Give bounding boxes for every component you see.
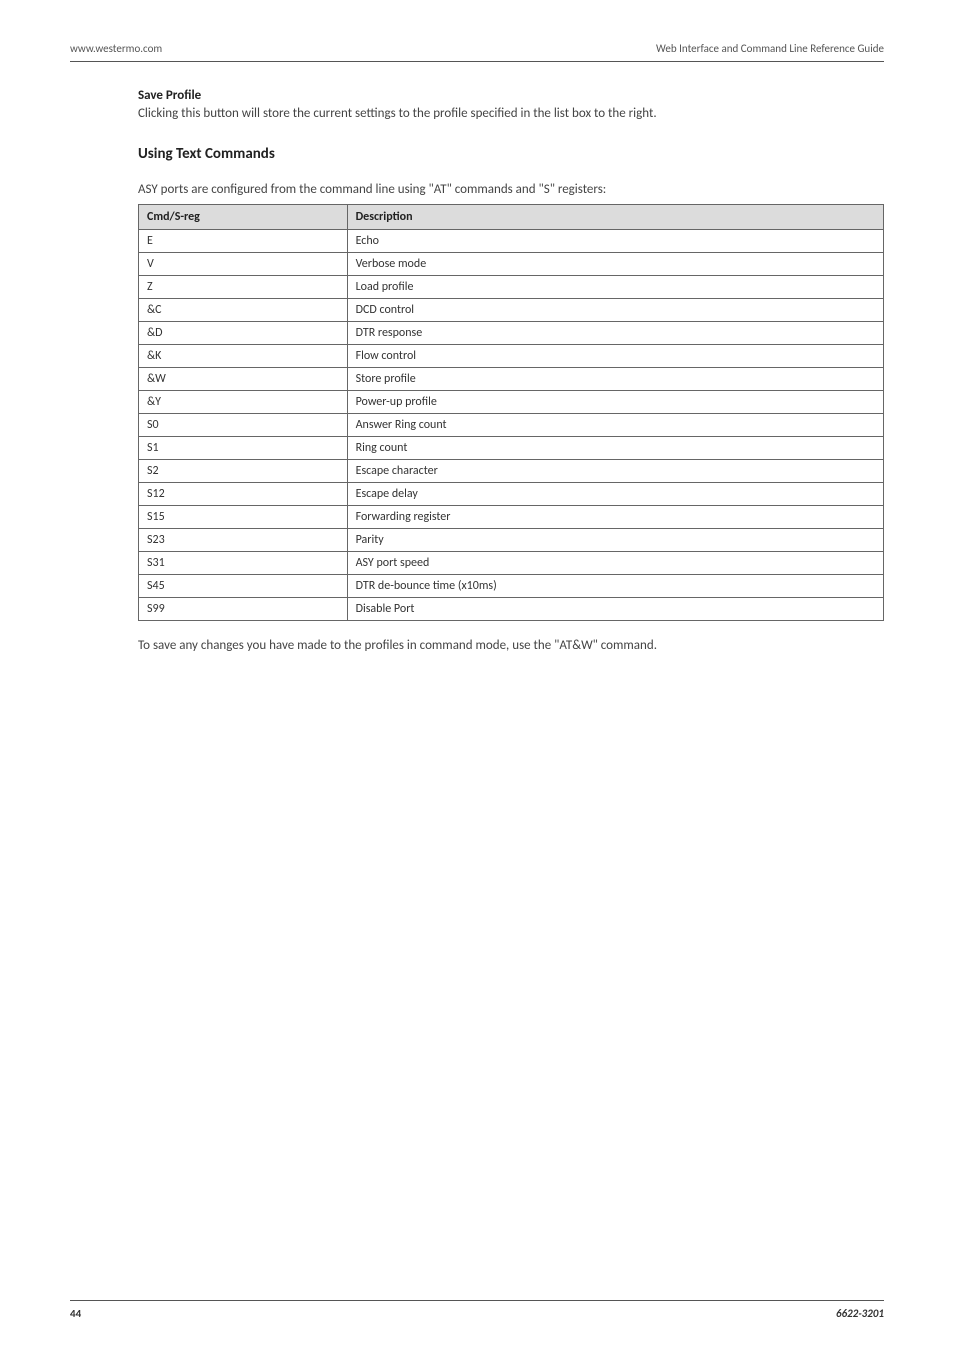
save-profile-body: Clicking this button will store the curr… [138,105,884,123]
header-url: www.westermo.com [70,42,162,55]
table-cell-desc: Power-up profile [347,391,883,414]
table-cell-cmd: S15 [139,506,348,529]
table-cell-desc: Load profile [347,276,883,299]
table-row: S31ASY port speed [139,552,884,575]
table-row: S12Escape delay [139,483,884,506]
page-header: www.westermo.com Web Interface and Comma… [70,42,884,62]
header-guide-title: Web Interface and Command Line Reference… [656,42,884,55]
table-header-cmd: Cmd/S-reg [139,205,348,230]
table-row: S15Forwarding register [139,506,884,529]
table-row: S23Parity [139,529,884,552]
table-cell-desc: Parity [347,529,883,552]
table-cell-cmd: E [139,230,348,253]
table-cell-desc: Flow control [347,345,883,368]
table-row: S45DTR de-bounce time (x10ms) [139,575,884,598]
table-cell-desc: Echo [347,230,883,253]
table-row: S99Disable Port [139,598,884,621]
save-profile-heading: Save Profile [138,88,884,103]
table-header-desc: Description [347,205,883,230]
page-content: Save Profile Clicking this button will s… [70,62,884,1300]
cmd-sreg-table: Cmd/S-reg Description EEchoVVerbose mode… [138,204,884,621]
table-row: &YPower-up profile [139,391,884,414]
table-row: ZLoad profile [139,276,884,299]
table-cell-desc: Answer Ring count [347,414,883,437]
table-cell-desc: DTR response [347,322,883,345]
table-row: &WStore profile [139,368,884,391]
table-cell-desc: DTR de-bounce time (x10ms) [347,575,883,598]
table-cell-cmd: Z [139,276,348,299]
table-cell-cmd: &K [139,345,348,368]
table-cell-cmd: S12 [139,483,348,506]
footer-doc-id: 6622-3201 [836,1307,884,1320]
table-cell-desc: Ring count [347,437,883,460]
table-cell-desc: ASY port speed [347,552,883,575]
table-cell-desc: Escape character [347,460,883,483]
table-cell-cmd: S45 [139,575,348,598]
table-cell-cmd: S23 [139,529,348,552]
using-text-commands-intro: ASY ports are configured from the comman… [138,181,884,199]
using-text-commands-outro: To save any changes you have made to the… [138,637,884,655]
table-cell-cmd: S0 [139,414,348,437]
table-cell-desc: Verbose mode [347,253,883,276]
table-cell-desc: Disable Port [347,598,883,621]
table-cell-cmd: &W [139,368,348,391]
table-cell-desc: Escape delay [347,483,883,506]
table-cell-cmd: S2 [139,460,348,483]
table-cell-cmd: &C [139,299,348,322]
table-cell-cmd: S31 [139,552,348,575]
table-row: S2Escape character [139,460,884,483]
using-text-commands-heading: Using Text Commands [138,145,884,163]
table-cell-desc: DCD control [347,299,883,322]
table-cell-cmd: &Y [139,391,348,414]
page-footer: 44 6622-3201 [70,1300,884,1320]
table-row: VVerbose mode [139,253,884,276]
table-row: &CDCD control [139,299,884,322]
table-row: &DDTR response [139,322,884,345]
table-row: S0Answer Ring count [139,414,884,437]
table-cell-desc: Forwarding register [347,506,883,529]
table-cell-cmd: S1 [139,437,348,460]
table-row: &KFlow control [139,345,884,368]
footer-page-number: 44 [70,1307,81,1320]
table-row: S1Ring count [139,437,884,460]
table-cell-cmd: V [139,253,348,276]
table-cell-cmd: S99 [139,598,348,621]
table-cell-cmd: &D [139,322,348,345]
table-cell-desc: Store profile [347,368,883,391]
table-row: EEcho [139,230,884,253]
